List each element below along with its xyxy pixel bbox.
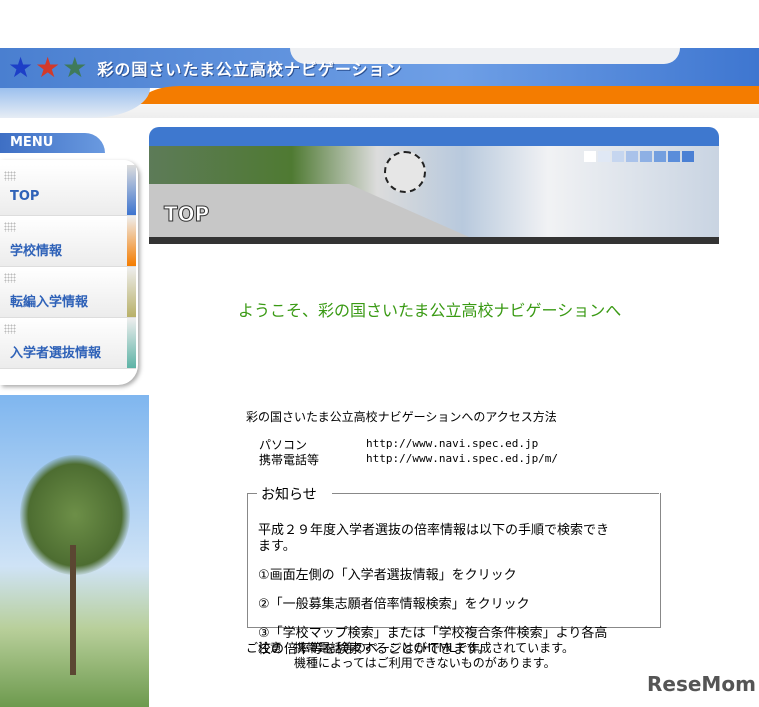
page-title: TOP [163,202,210,227]
squares-decoration [584,151,694,162]
color-bar [127,216,136,266]
sidebar-item-transfer-info[interactable]: 転編入学情報 [0,267,136,318]
star-blue-icon: ★ [8,51,34,84]
dots-icon [4,171,16,181]
sidebar-item-label: 転編入学情報 [10,295,89,310]
access-url[interactable]: http://www.navi.spec.ed.jp [366,437,538,450]
access-title: 彩の国さいたま公立高校ナビゲーションへのアクセス方法 [246,410,557,424]
watermark-logo: ReseMom [647,672,756,696]
star-red-icon: ★ [35,51,61,84]
notice-line: ②「一般募集志願者倍率情報検索」をクリック [258,597,530,612]
color-bar [127,267,136,317]
sidebar-item-label: 入学者選抜情報 [10,346,102,361]
site-title: 彩の国さいたま公立高校ナビゲーション [97,60,403,79]
access-label: 携帯電話等 [259,453,320,467]
sidebar-item-admission-info[interactable]: 入学者選抜情報 [0,318,136,369]
page-banner: TOP [149,127,719,244]
color-bar [127,318,136,368]
sidebar-item-label: TOP [10,189,40,204]
star-green-icon: ★ [62,51,88,84]
notice-legend: お知らせ [261,487,317,503]
clock-icon [384,151,426,193]
color-bar [127,165,136,215]
welcome-message: ようこそ、彩の国さいたま公立高校ナビゲーションへ [238,301,622,320]
header-orange-band [140,86,759,104]
notice-line: 平成２９年度入学者選抜の倍率情報は以下の手順で検索でき [258,523,610,538]
menu-title: MENU [0,133,105,153]
access-url[interactable]: http://www.navi.spec.ed.jp/m/ [366,452,558,465]
tree-image [0,395,149,707]
dots-icon [4,324,16,334]
notice-line: ①画面左側の「入学者選抜情報」をクリック [258,568,517,583]
caution-text: 機種によってはご利用できないものがあります。 [294,656,556,670]
sidebar-item-school-info[interactable]: 学校情報 [0,216,136,267]
dots-icon [4,222,16,232]
sidebar-item-label: 学校情報 [10,244,63,259]
notice-line: ます。 [258,539,296,554]
sidebar-item-top[interactable]: TOP [0,165,136,216]
sidebar-menu: TOP 学校情報 転編入学情報 入学者選抜情報 [0,160,138,385]
site-logo[interactable]: ★ ★ ★ 彩の国さいたま公立高校ナビゲーション [8,54,403,82]
dots-icon [4,273,16,283]
